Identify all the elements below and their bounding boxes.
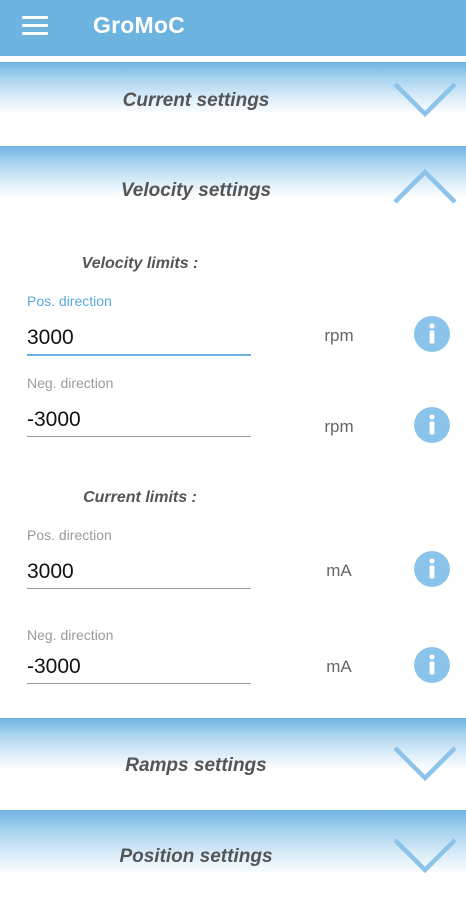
current-neg-unit: mA bbox=[326, 657, 352, 676]
section-title: Current settings bbox=[122, 90, 270, 111]
current-neg-direction-label: Neg. direction bbox=[27, 627, 114, 643]
section-header-current[interactable]: Current settings bbox=[0, 62, 466, 134]
app-bar: GroMoC bbox=[0, 0, 466, 56]
section-header-ramps[interactable]: Ramps settings bbox=[0, 718, 466, 790]
velocity-neg-unit: rpm bbox=[324, 417, 354, 436]
velocity-pos-unit: rpm bbox=[324, 326, 354, 345]
section-title: Position settings bbox=[119, 846, 273, 867]
section-header-velocity[interactable]: Velocity settings bbox=[0, 146, 466, 218]
chevron-down-icon[interactable] bbox=[392, 744, 458, 784]
chevron-up-icon[interactable] bbox=[392, 166, 458, 206]
velocity-limits-heading: Velocity limits : bbox=[81, 255, 199, 272]
section-title: Ramps settings bbox=[125, 755, 267, 776]
velocity-neg-direction-label: Neg. direction bbox=[27, 375, 114, 391]
velocity-neg-direction-input[interactable] bbox=[27, 404, 251, 437]
info-icon[interactable] bbox=[414, 407, 450, 443]
hamburger-menu-icon[interactable] bbox=[22, 16, 48, 36]
info-icon[interactable] bbox=[414, 316, 450, 352]
section-header-position[interactable]: Position settings bbox=[0, 810, 466, 900]
velocity-pos-direction-label: Pos. direction bbox=[27, 293, 112, 309]
current-neg-direction-input[interactable] bbox=[27, 651, 251, 684]
current-pos-direction-input[interactable] bbox=[27, 556, 251, 589]
chevron-down-icon[interactable] bbox=[392, 80, 458, 120]
current-pos-direction-label: Pos. direction bbox=[27, 527, 112, 543]
section-title: Velocity settings bbox=[120, 180, 272, 201]
velocity-pos-direction-input[interactable] bbox=[27, 322, 251, 356]
info-icon[interactable] bbox=[414, 647, 450, 683]
current-limits-heading: Current limits : bbox=[83, 489, 197, 506]
chevron-down-icon[interactable] bbox=[392, 836, 458, 876]
info-icon[interactable] bbox=[414, 551, 450, 587]
app-title: GroMoC bbox=[93, 12, 185, 38]
current-pos-unit: mA bbox=[326, 561, 352, 580]
